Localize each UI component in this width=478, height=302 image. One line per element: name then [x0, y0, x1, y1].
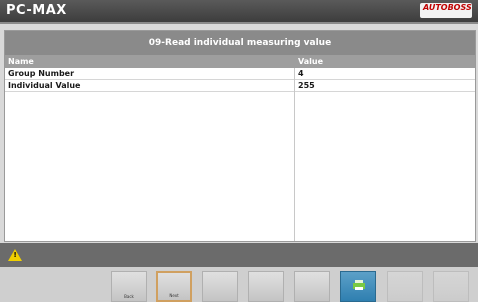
table-header: Name Value: [5, 55, 475, 68]
table-row[interactable]: Individual Value 255: [5, 80, 475, 92]
brand-logo: AUTOBOSS: [420, 3, 472, 18]
column-header-name: Name: [8, 57, 34, 66]
warning-exclamation-mark: !: [13, 251, 17, 259]
row-name-cell: Group Number: [8, 69, 75, 78]
title-bar: PC-MAX AUTOBOSS: [0, 0, 478, 22]
warning-icon: !: [8, 249, 22, 261]
row-name-cell: Individual Value: [8, 81, 81, 90]
status-bar: !: [0, 243, 478, 267]
next-button[interactable]: Next: [156, 271, 192, 302]
print-icon: [353, 280, 365, 290]
column-divider: [294, 68, 295, 241]
measuring-value-panel: 09-Read individual measuring value Name …: [4, 30, 476, 242]
title-bar-underline: [0, 22, 478, 24]
page-title: 09-Read individual measuring value: [5, 31, 475, 55]
column-header-value: Value: [298, 57, 324, 66]
toolbar-button-7[interactable]: [387, 271, 423, 302]
print-button[interactable]: [340, 271, 376, 302]
table-row[interactable]: Group Number 4: [5, 68, 475, 80]
next-button-label: Next: [169, 293, 179, 298]
row-value-cell: 4: [298, 69, 304, 78]
bottom-toolbar: Back Next: [0, 267, 478, 302]
app-window: PC-MAX AUTOBOSS 09-Read individual measu…: [0, 0, 478, 302]
back-button-label: Back: [124, 294, 134, 299]
back-button[interactable]: Back: [111, 271, 147, 302]
row-value-cell: 255: [298, 81, 315, 90]
app-title: PC-MAX: [6, 3, 67, 18]
toolbar-button-8[interactable]: [433, 271, 469, 302]
brand-logo-text: AUTOBOSS: [423, 3, 472, 12]
toolbar-button-3[interactable]: [202, 271, 238, 302]
toolbar-button-5[interactable]: [294, 271, 330, 302]
toolbar-button-4[interactable]: [248, 271, 284, 302]
